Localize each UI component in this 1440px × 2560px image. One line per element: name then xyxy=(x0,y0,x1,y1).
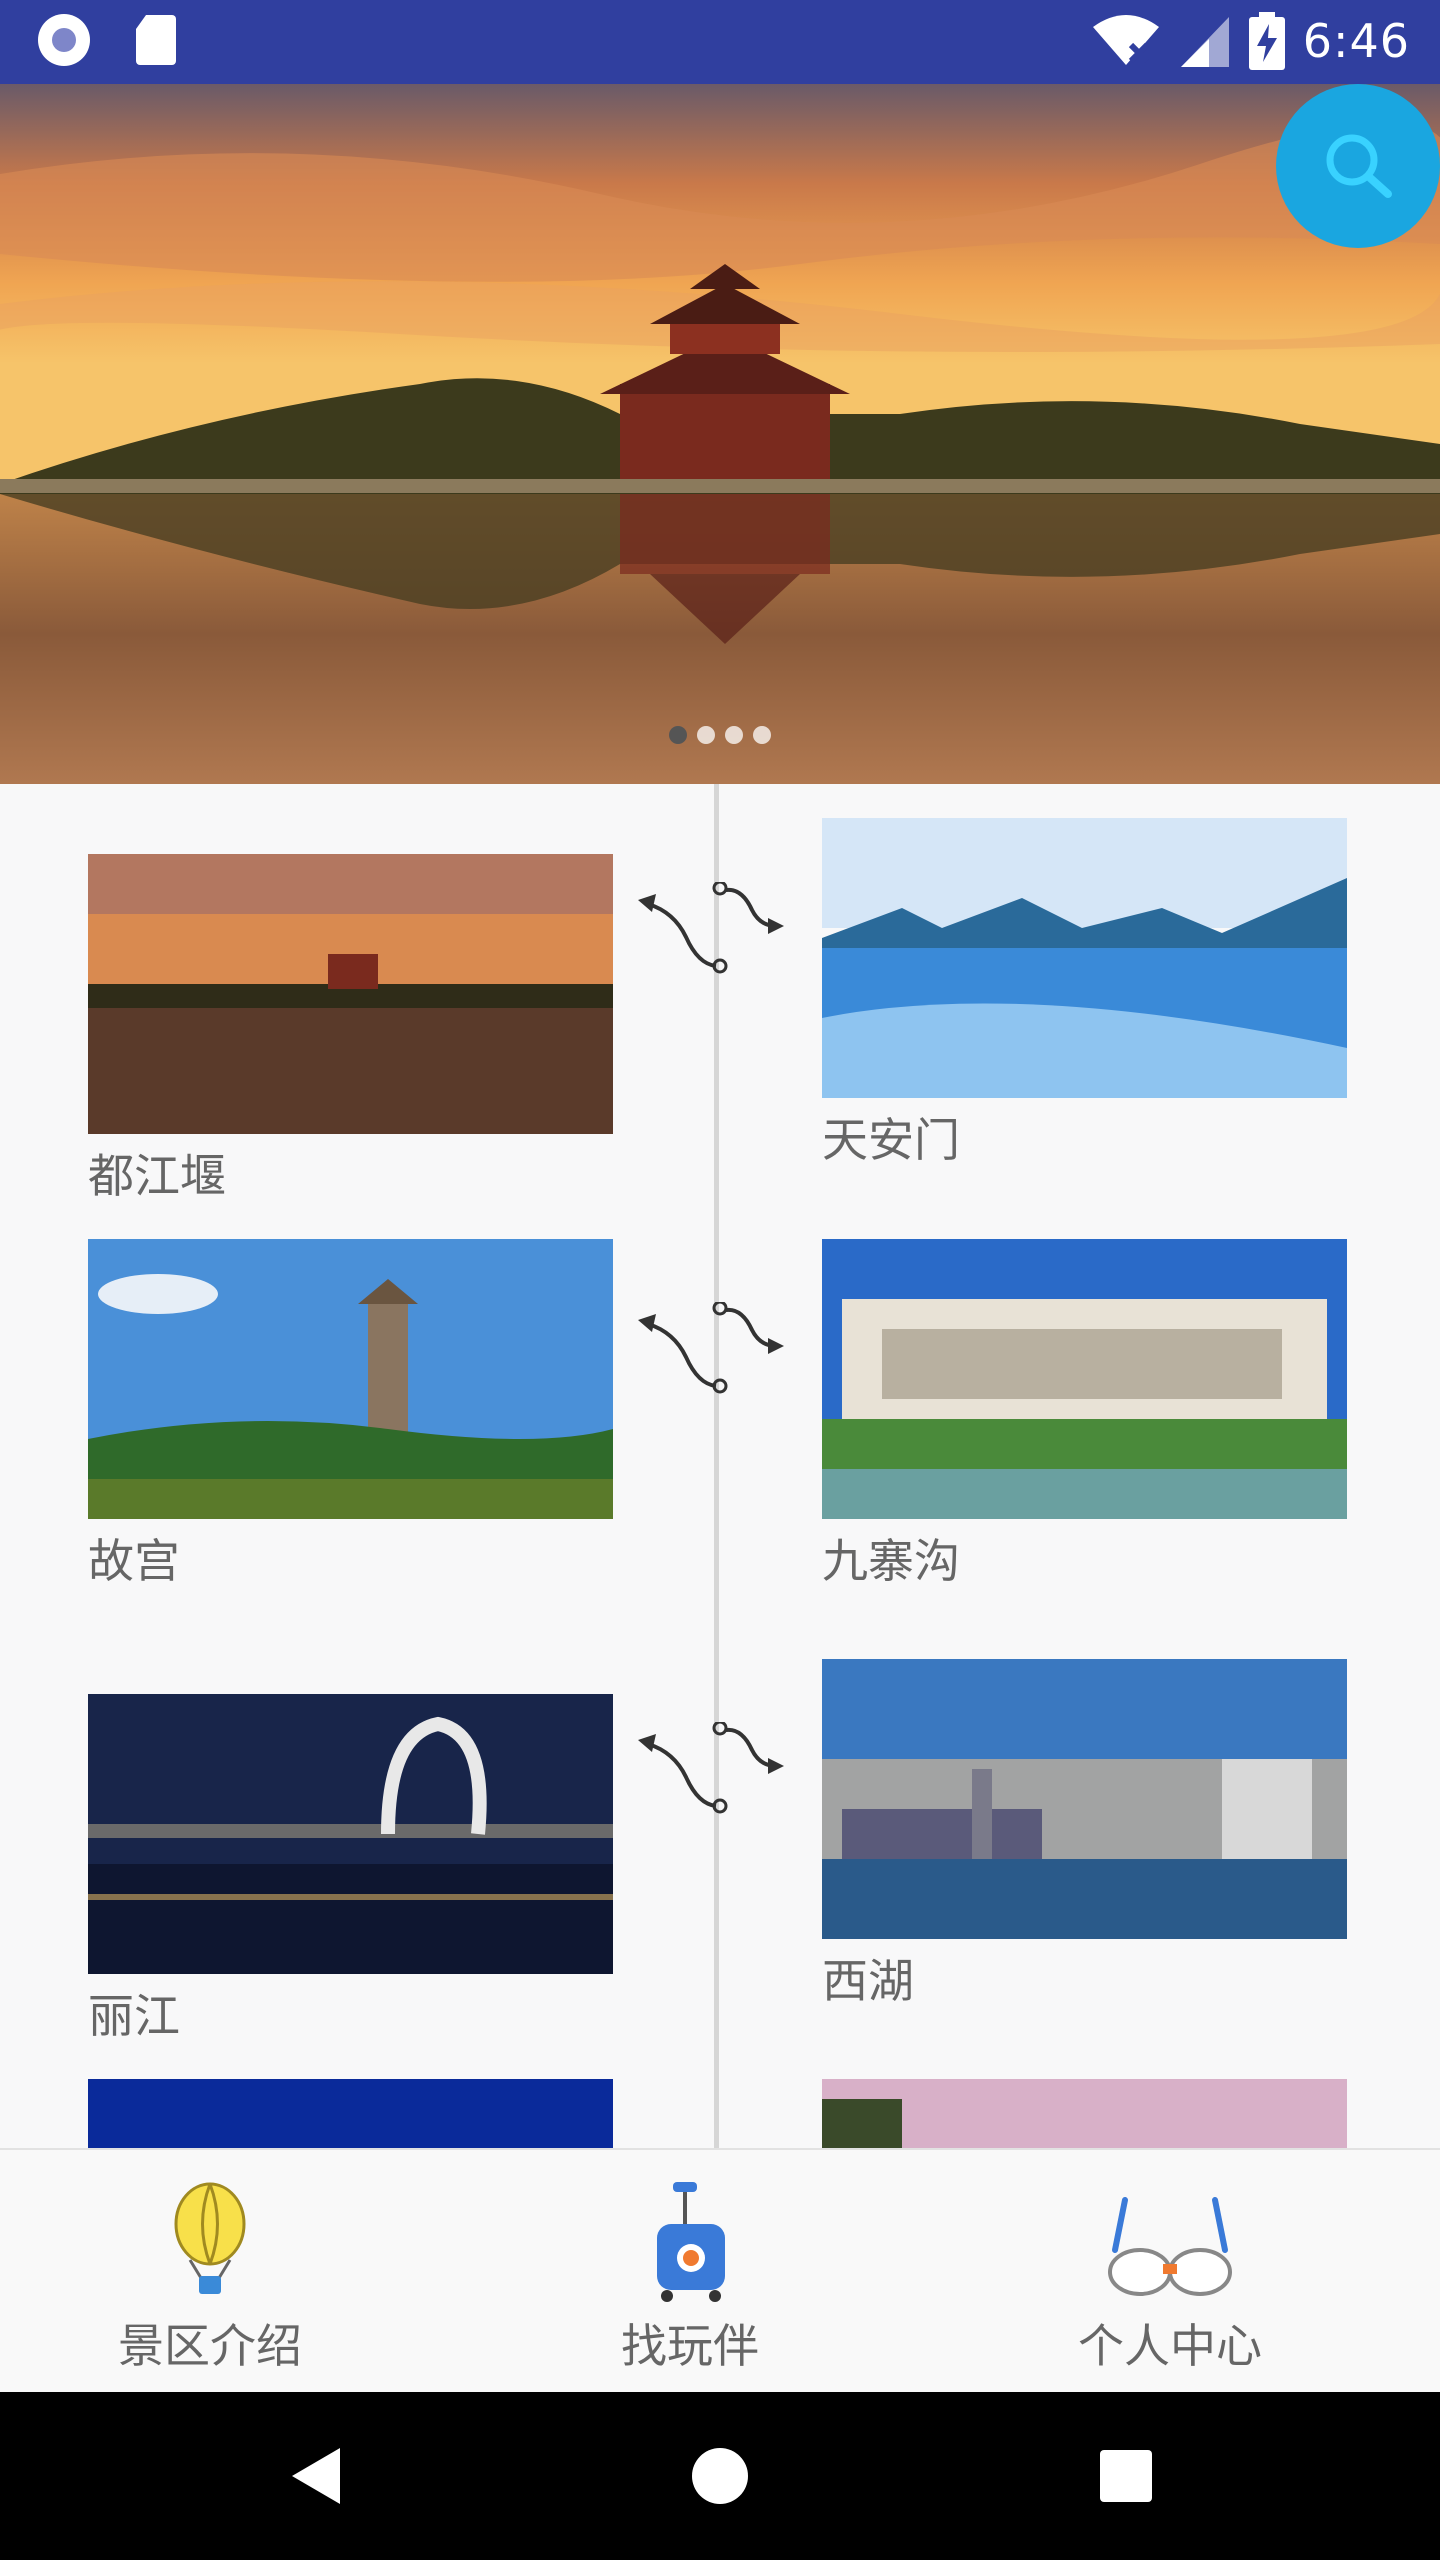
status-time: 6:46 xyxy=(1302,14,1410,68)
circle-app-icon xyxy=(38,14,90,66)
tab-label: 找玩伴 xyxy=(621,2319,759,2373)
carousel-dot[interactable] xyxy=(669,726,687,744)
spot-name: 故宫 xyxy=(88,1534,180,1588)
connector-icon xyxy=(638,1722,784,1814)
spot-image xyxy=(822,2079,1347,2148)
spot-card-dujiangyan[interactable]: 都江堰 xyxy=(88,854,613,1203)
status-left-icons xyxy=(38,14,176,66)
spot-name: 都江堰 xyxy=(88,1149,226,1203)
search-icon xyxy=(1326,134,1392,198)
spot-card-partial[interactable] xyxy=(822,2079,1347,2148)
luggage-icon xyxy=(657,2182,725,2302)
recents-icon[interactable] xyxy=(1098,2448,1154,2504)
back-icon[interactable] xyxy=(288,2446,344,2506)
spot-image xyxy=(822,1659,1347,1939)
system-nav-bar xyxy=(0,2392,1440,2560)
spot-name: 天安门 xyxy=(822,1113,960,1167)
tab-scenic-intro[interactable]: 景区介绍 xyxy=(50,2180,370,2380)
spot-image xyxy=(88,854,613,1134)
spot-card-xihu[interactable]: 西湖 xyxy=(822,1659,1347,2008)
spot-name: 九寨沟 xyxy=(822,1534,960,1588)
spot-image xyxy=(822,1239,1347,1519)
spot-card-partial[interactable] xyxy=(88,2079,613,2148)
spot-name: 西湖 xyxy=(822,1954,914,2008)
spot-image xyxy=(88,1239,613,1519)
spot-card-jiuzhaigou[interactable]: 九寨沟 xyxy=(822,1239,1347,1588)
tab-label: 个人中心 xyxy=(1078,2319,1262,2373)
wifi-off-icon xyxy=(1092,15,1159,65)
spot-name: 丽江 xyxy=(88,1989,180,2043)
search-button[interactable] xyxy=(1276,84,1440,248)
tab-find-partner[interactable]: 找玩伴 xyxy=(530,2180,850,2380)
battery-charging-icon xyxy=(1248,12,1285,70)
connector-icon xyxy=(638,1302,784,1394)
carousel-indicator xyxy=(0,726,1440,744)
connector-icon xyxy=(638,882,784,974)
cell-signal-icon xyxy=(1180,17,1229,67)
spot-card-tiananmen[interactable]: 天安门 xyxy=(822,818,1347,1167)
spot-card-lijiang[interactable]: 丽江 xyxy=(88,1694,613,2043)
spot-card-gugong[interactable]: 故宫 xyxy=(88,1239,613,1588)
tab-personal-center[interactable]: 个人中心 xyxy=(1010,2180,1330,2380)
status-bar: 6:46 xyxy=(0,0,1440,84)
home-icon[interactable] xyxy=(690,2446,750,2506)
carousel-dot[interactable] xyxy=(725,726,743,744)
carousel-dot[interactable] xyxy=(753,726,771,744)
carousel-dot[interactable] xyxy=(697,726,715,744)
bottom-tab-bar: 景区介绍 找玩伴 个人中心 xyxy=(0,2148,1440,2394)
spot-image xyxy=(88,2079,613,2148)
hot-air-balloon-icon xyxy=(174,2182,246,2294)
spot-image xyxy=(88,1694,613,1974)
spot-image xyxy=(822,818,1347,1098)
sd-card-icon xyxy=(136,15,176,65)
tab-label: 景区介绍 xyxy=(118,2319,302,2373)
banner-image xyxy=(0,84,1440,784)
scenic-spot-list[interactable]: 都江堰 天安门 故宫 九寨沟 丽江 西湖 xyxy=(0,784,1440,2148)
hero-banner[interactable] xyxy=(0,84,1440,784)
status-right-icons: 6:46 xyxy=(1091,12,1410,70)
glasses-icon xyxy=(1108,2197,1232,2296)
